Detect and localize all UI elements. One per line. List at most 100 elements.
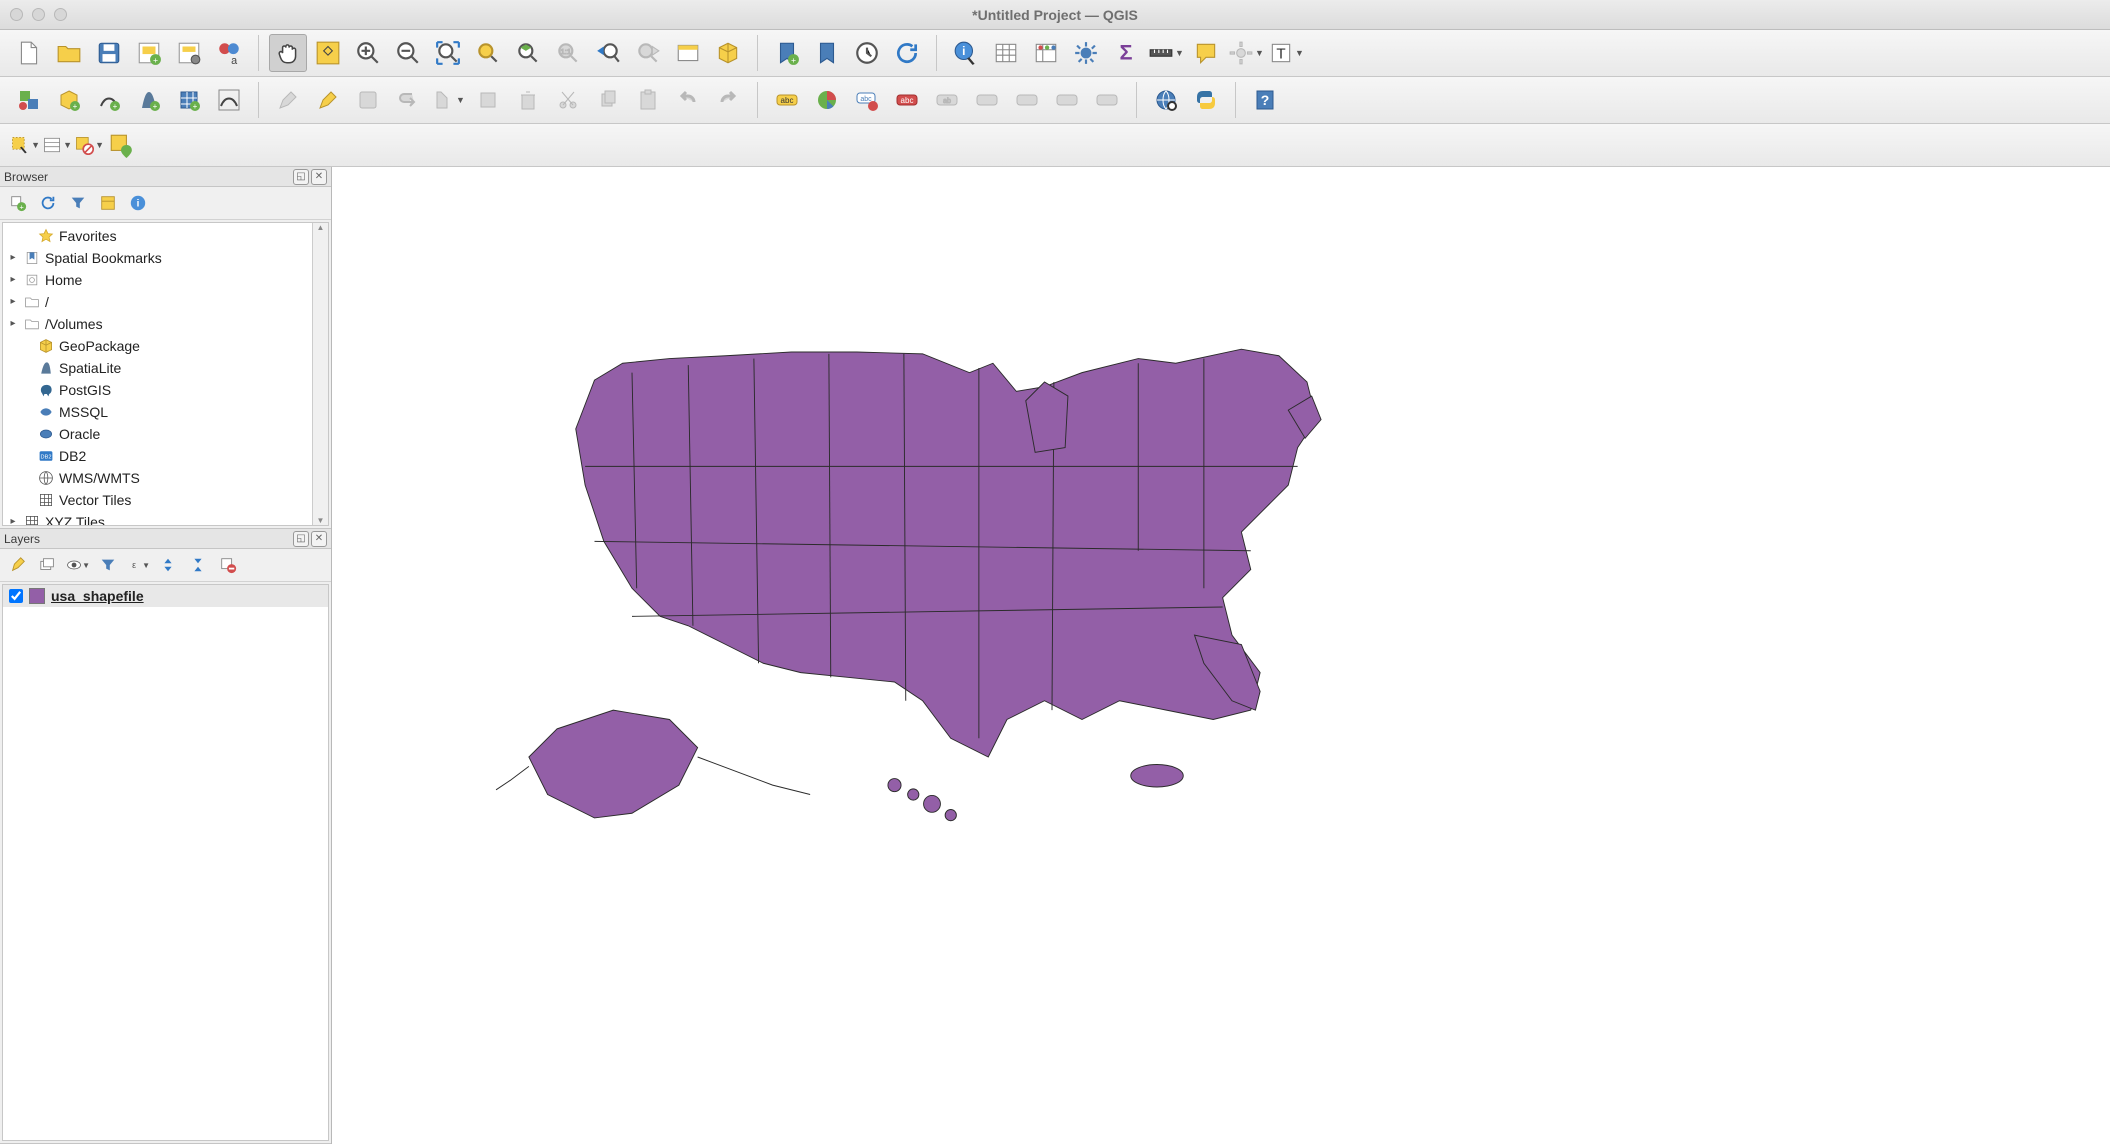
- layers-expand-button[interactable]: [156, 553, 180, 577]
- undo-button[interactable]: [669, 81, 707, 119]
- toggle-editing-button[interactable]: [269, 81, 307, 119]
- redo-button[interactable]: [709, 81, 747, 119]
- deselect-button[interactable]: ▼: [74, 130, 104, 160]
- browser-item[interactable]: Vector Tiles: [3, 489, 328, 511]
- browser-close-button[interactable]: ✕: [311, 169, 327, 185]
- new-geopackage-button[interactable]: +: [50, 81, 88, 119]
- open-project-button[interactable]: [50, 34, 88, 72]
- zoom-in-button[interactable]: [349, 34, 387, 72]
- layer-visibility-checkbox[interactable]: [9, 589, 23, 603]
- close-window-button[interactable]: [10, 8, 23, 21]
- cut-button[interactable]: [549, 81, 587, 119]
- new-bookmark-button[interactable]: +: [768, 34, 806, 72]
- digitize-undo-button[interactable]: [389, 81, 427, 119]
- zoom-native-button[interactable]: 1:1: [549, 34, 587, 72]
- new-3d-view-button[interactable]: [709, 34, 747, 72]
- browser-tree[interactable]: Favorites▸Spatial Bookmarks▸Home▸/▸/Volu…: [3, 223, 328, 526]
- save-edits-button[interactable]: [349, 81, 387, 119]
- new-project-button[interactable]: [10, 34, 48, 72]
- copy-button[interactable]: [589, 81, 627, 119]
- identify-button[interactable]: i: [947, 34, 985, 72]
- label-show-button[interactable]: ab: [928, 81, 966, 119]
- layer-diagram-button[interactable]: [808, 81, 846, 119]
- pan-to-selection-button[interactable]: [309, 34, 347, 72]
- browser-item[interactable]: ▸Spatial Bookmarks: [3, 247, 328, 269]
- field-calculator-button[interactable]: [1027, 34, 1065, 72]
- pan-button[interactable]: [269, 34, 307, 72]
- browser-item[interactable]: ▸/Volumes: [3, 313, 328, 335]
- python-console-button[interactable]: [1187, 81, 1225, 119]
- layers-visibility-button[interactable]: ▼: [66, 553, 90, 577]
- label-hide-button[interactable]: [1088, 81, 1126, 119]
- browser-item[interactable]: Favorites: [3, 225, 328, 247]
- statistics-button[interactable]: Σ: [1107, 34, 1145, 72]
- layer-labeling-button[interactable]: abc: [768, 81, 806, 119]
- zoom-full-button[interactable]: [429, 34, 467, 72]
- paste-button[interactable]: [629, 81, 667, 119]
- label-change-button[interactable]: [1048, 81, 1086, 119]
- label-highlight-button[interactable]: abc: [848, 81, 886, 119]
- map-tips-button[interactable]: [1187, 34, 1225, 72]
- layers-filter-button[interactable]: [96, 553, 120, 577]
- layers-style-button[interactable]: [6, 553, 30, 577]
- help-button[interactable]: ?: [1246, 81, 1284, 119]
- select-location-button[interactable]: [106, 130, 136, 160]
- zoom-window-button[interactable]: [54, 8, 67, 21]
- label-rotate-button[interactable]: [1008, 81, 1046, 119]
- browser-item[interactable]: Oracle: [3, 423, 328, 445]
- select-rectangle-button[interactable]: ▼: [10, 130, 40, 160]
- browser-item[interactable]: ▸XYZ Tiles: [3, 511, 328, 526]
- map-canvas[interactable]: [332, 167, 2110, 1144]
- layers-close-button[interactable]: ✕: [311, 531, 327, 547]
- browser-item[interactable]: ▸/: [3, 291, 328, 313]
- browser-item[interactable]: PostGIS: [3, 379, 328, 401]
- zoom-next-button[interactable]: [629, 34, 667, 72]
- browser-collapse-button[interactable]: [96, 191, 120, 215]
- browser-item[interactable]: ▸Home: [3, 269, 328, 291]
- save-project-button[interactable]: [90, 34, 128, 72]
- processing-toolbox-button[interactable]: [1067, 34, 1105, 72]
- style-manager-button[interactable]: a: [210, 34, 248, 72]
- new-spatialite-button[interactable]: +: [130, 81, 168, 119]
- add-feature-button[interactable]: ▼: [429, 81, 467, 119]
- zoom-to-layer-button[interactable]: [509, 34, 547, 72]
- refresh-button[interactable]: [888, 34, 926, 72]
- options-button[interactable]: ▼: [1227, 34, 1265, 72]
- layers-collapse-button[interactable]: [186, 553, 210, 577]
- temporal-controller-button[interactable]: [848, 34, 886, 72]
- browser-filter-button[interactable]: [66, 191, 90, 215]
- layers-expression-button[interactable]: ε▼: [126, 553, 150, 577]
- data-source-manager-button[interactable]: [10, 81, 48, 119]
- text-annotation-button[interactable]: T▼: [1267, 34, 1305, 72]
- browser-properties-button[interactable]: i: [126, 191, 150, 215]
- browser-item[interactable]: SpatiaLite: [3, 357, 328, 379]
- new-shapefile-button[interactable]: +: [90, 81, 128, 119]
- browser-refresh-button[interactable]: [36, 191, 60, 215]
- browser-float-button[interactable]: ◱: [293, 169, 309, 185]
- metasearch-button[interactable]: [1147, 81, 1185, 119]
- browser-item[interactable]: DB2DB2: [3, 445, 328, 467]
- delete-feature-button[interactable]: [509, 81, 547, 119]
- zoom-out-button[interactable]: [389, 34, 427, 72]
- new-map-view-button[interactable]: [669, 34, 707, 72]
- browser-item[interactable]: WMS/WMTS: [3, 467, 328, 489]
- zoom-last-button[interactable]: [589, 34, 627, 72]
- zoom-to-selection-button[interactable]: [469, 34, 507, 72]
- new-scratch-layer-button[interactable]: +: [170, 81, 208, 119]
- current-edits-button[interactable]: [309, 81, 347, 119]
- select-by-form-button[interactable]: ▼: [42, 130, 72, 160]
- layer-row[interactable]: usa_shapefile: [3, 585, 328, 607]
- show-bookmarks-button[interactable]: [808, 34, 846, 72]
- minimize-window-button[interactable]: [32, 8, 45, 21]
- measure-button[interactable]: ▼: [1147, 34, 1185, 72]
- browser-scrollbar[interactable]: [312, 223, 328, 525]
- label-move-button[interactable]: [968, 81, 1006, 119]
- layout-manager-button[interactable]: [170, 34, 208, 72]
- new-virtual-layer-button[interactable]: [210, 81, 248, 119]
- attribute-table-button[interactable]: [987, 34, 1025, 72]
- browser-add-button[interactable]: +: [6, 191, 30, 215]
- layers-remove-button[interactable]: [216, 553, 240, 577]
- layers-float-button[interactable]: ◱: [293, 531, 309, 547]
- label-pin-button[interactable]: abc: [888, 81, 926, 119]
- browser-item[interactable]: GeoPackage: [3, 335, 328, 357]
